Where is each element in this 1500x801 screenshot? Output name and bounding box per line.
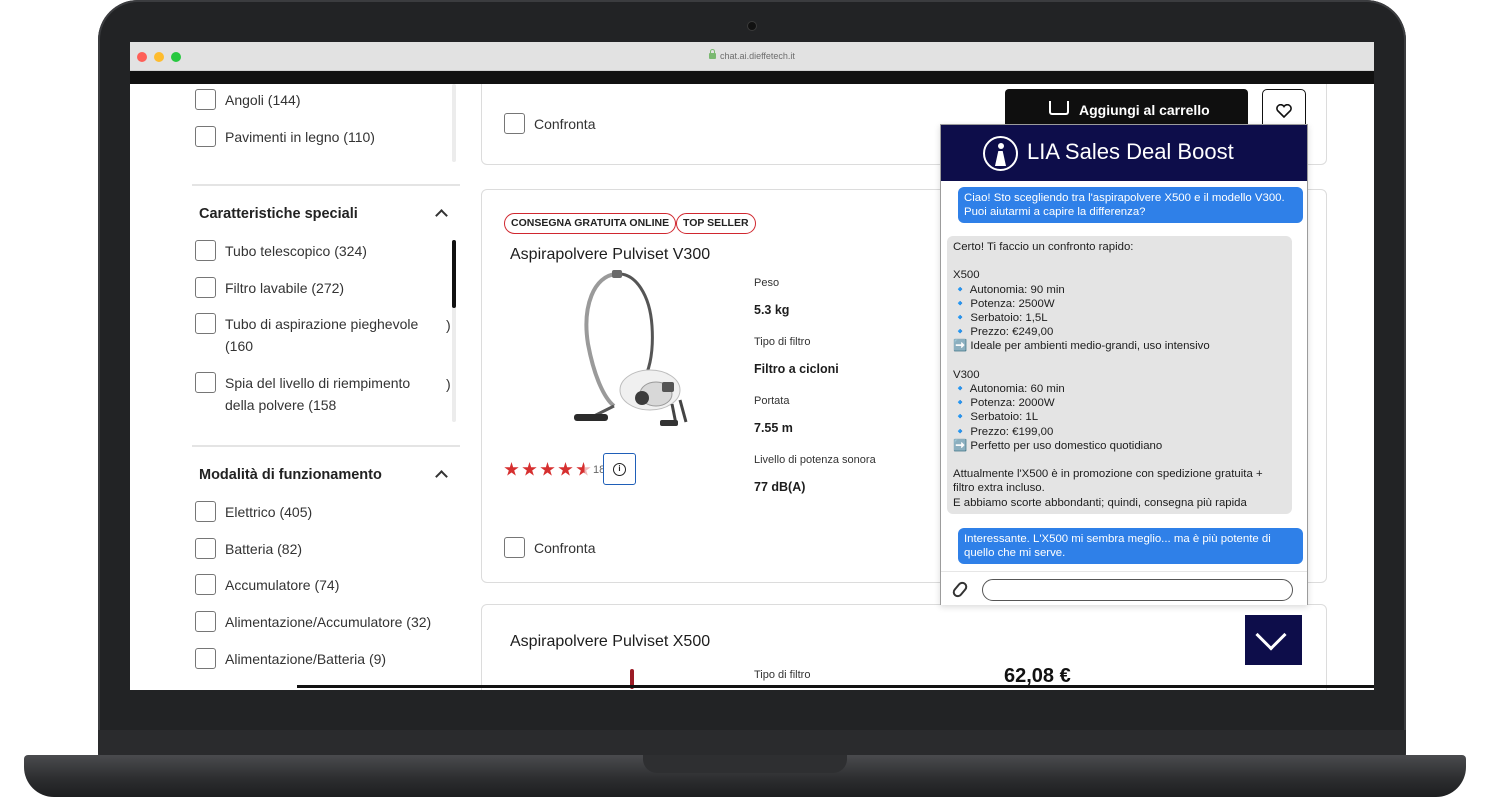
camera-icon [748, 22, 756, 30]
product-title[interactable]: Aspirapolvere Pulviset X500 [510, 633, 710, 651]
assistant-message: Certo! Ti faccio un confronto rapido: X5… [947, 236, 1292, 514]
heart-icon [1276, 104, 1292, 118]
spec-value: Filtro a cicloni [754, 362, 839, 376]
page-content: Angoli (144) Pavimenti in legno (110) Ca… [130, 84, 1374, 690]
checkbox[interactable] [195, 648, 216, 669]
chat-input-bar [941, 571, 1307, 605]
user-message: Ciao! Sto scegliendo tra l'aspirapolvere… [958, 187, 1303, 224]
star-icon [558, 462, 573, 476]
star-icon [504, 462, 519, 476]
checkbox[interactable] [195, 126, 216, 147]
chat-header: LIA Sales Deal Boost [941, 125, 1307, 181]
star-icon [540, 462, 555, 476]
checkbox[interactable] [195, 574, 216, 595]
spec-label: Tipo di filtro [754, 669, 811, 681]
checkbox[interactable] [195, 89, 216, 110]
star-half-icon [576, 462, 591, 476]
checkbox[interactable] [195, 501, 216, 522]
filter-label: Filtro lavabile (272) [225, 280, 345, 296]
product-title[interactable]: Aspirapolvere Pulviset V300 [510, 246, 710, 264]
chevron-up-icon[interactable] [435, 470, 448, 483]
lock-icon [709, 49, 717, 59]
filter-label: Elettrico (405) [225, 504, 313, 520]
cart-button-label: Aggiungi al carrello [1079, 102, 1210, 118]
spec-value: 7.55 m [754, 421, 793, 435]
assistant-logo-icon [983, 136, 1018, 171]
cart-icon [1049, 101, 1069, 115]
filter-option[interactable]: Alimentazione/Accumulatore (32) [195, 611, 431, 633]
filter-label: Accumulatore (74) [225, 577, 340, 593]
filter-label: Pavimenti in legno (110) [225, 129, 375, 145]
checkbox[interactable] [195, 313, 216, 334]
chevron-up-icon[interactable] [435, 209, 448, 222]
label-overflow: ) [446, 317, 451, 333]
checkbox[interactable] [504, 113, 525, 134]
filter-option[interactable]: Elettrico (405) [195, 501, 312, 523]
product-image[interactable] [564, 266, 704, 434]
divider [192, 184, 460, 186]
url-text: chat.ai.dieffetech.it [720, 51, 795, 61]
user-message: Interessante. L'X500 mi sembra meglio...… [958, 528, 1303, 565]
product-card-x500: Aspirapolvere Pulviset X500 Tipo di filt… [481, 604, 1327, 690]
spec-label: Livello di potenza sonora [754, 454, 876, 466]
filter-scrollbar[interactable] [452, 84, 456, 162]
section-title-modes: Modalità di funzionamento [199, 467, 382, 483]
laptop-notch [643, 755, 847, 773]
laptop-bezel [98, 730, 1406, 758]
filter-option[interactable]: Alimentazione/Batteria (9) [195, 648, 386, 670]
spec-label: Portata [754, 395, 790, 407]
filter-label: Spia del livello di riempimento della po… [225, 375, 411, 413]
filter-label: Tubo di aspirazione pieghevole (160 [225, 316, 419, 354]
filter-scrollbar-thumb[interactable] [452, 240, 456, 308]
filter-label: Alimentazione/Batteria (9) [225, 651, 387, 667]
spec-value: 5.3 kg [754, 303, 790, 317]
filter-option[interactable]: Pavimenti in legno (110) [195, 126, 375, 148]
label-overflow: ) [446, 376, 451, 392]
info-button[interactable]: i [603, 453, 636, 485]
info-icon: i [613, 463, 626, 476]
filter-option[interactable]: Batteria (82) [195, 538, 302, 560]
checkbox[interactable] [504, 537, 525, 558]
site-header-strip [130, 71, 1374, 84]
badge-top-seller: TOP SELLER [676, 213, 756, 234]
compare-toggle[interactable]: Confronta [504, 537, 595, 559]
checkbox[interactable] [195, 372, 216, 393]
spec-label: Tipo di filtro [754, 336, 811, 348]
chevron-down-icon [1255, 619, 1287, 651]
star-icon [522, 462, 537, 476]
screen: chat.ai.dieffetech.it Angoli (144) Pavim… [130, 42, 1374, 690]
filter-option[interactable]: Accumulatore (74) [195, 574, 339, 596]
filter-option[interactable]: Tubo di aspirazione pieghevole (160 [195, 313, 418, 357]
checkbox[interactable] [195, 240, 216, 261]
spec-label: Peso [754, 277, 780, 289]
checkbox[interactable] [195, 611, 216, 632]
compare-label: Confronta [534, 540, 596, 556]
divider [192, 445, 460, 447]
chat-widget: LIA Sales Deal Boost Ciao! Sto scegliend… [940, 124, 1308, 605]
horizontal-scrollbar[interactable] [297, 685, 1374, 688]
filter-label: Angoli (144) [225, 92, 301, 108]
compare-toggle[interactable]: Confronta [504, 113, 595, 135]
chat-message-input[interactable] [982, 579, 1293, 601]
address-bar[interactable]: chat.ai.dieffetech.it [130, 49, 1374, 61]
filter-option[interactable]: Spia del livello di riempimento della po… [195, 372, 410, 416]
browser-toolbar: chat.ai.dieffetech.it [130, 42, 1374, 71]
compare-label: Confronta [534, 116, 596, 132]
section-title-special: Caratteristiche speciali [199, 206, 358, 222]
chat-collapse-button[interactable] [1245, 615, 1302, 665]
checkbox[interactable] [195, 277, 216, 298]
filter-label: Batteria (82) [225, 541, 303, 557]
filter-option[interactable]: Tubo telescopico (324) [195, 240, 367, 262]
badge-free-delivery: CONSEGNA GRATUITA ONLINE [504, 213, 677, 234]
filter-label: Alimentazione/Accumulatore (32) [225, 614, 432, 630]
filter-option[interactable]: Filtro lavabile (272) [195, 277, 344, 299]
paperclip-icon[interactable] [950, 579, 970, 600]
spec-value: 77 dB(A) [754, 480, 806, 494]
filter-option[interactable]: Angoli (144) [195, 89, 301, 111]
checkbox[interactable] [195, 538, 216, 559]
chat-title: LIA Sales Deal Boost [1027, 139, 1234, 164]
filter-label: Tubo telescopico (324) [225, 243, 367, 259]
